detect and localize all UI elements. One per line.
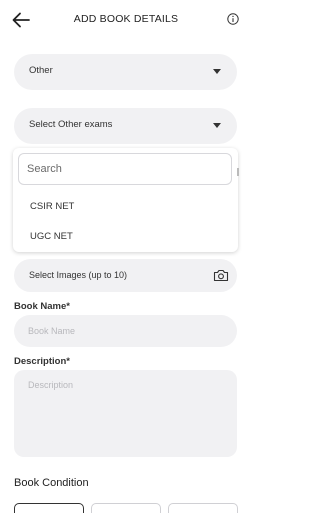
info-icon[interactable] [227,13,239,25]
description-label: Description* [14,356,70,367]
book-name-label: Book Name* [14,301,70,312]
app-header: ADD BOOK DETAILS [0,0,252,40]
dropdown-option-ugc-net[interactable]: UGC NET [30,231,73,242]
category-select-value: Other [29,65,53,76]
select-images-label: Select Images (up to 10) [29,270,128,280]
condition-option-2[interactable] [91,503,161,513]
dropdown-option-csir-net[interactable]: CSIR NET [30,201,74,212]
page-title: ADD BOOK DETAILS [73,13,179,25]
camera-icon [213,269,229,282]
search-input[interactable] [19,154,231,184]
caret-down-icon [213,69,221,74]
search-box [18,153,232,185]
condition-option-3[interactable] [168,503,238,513]
book-name-field [14,315,237,347]
exam-select-value: Select Other exams [29,119,113,130]
book-name-input[interactable] [14,315,237,347]
caret-down-icon [213,123,221,128]
exam-select[interactable]: Select Other exams [14,108,237,144]
book-condition-title: Book Condition [14,477,89,489]
exam-dropdown-panel: CSIR NET UGC NET [13,148,238,252]
description-input[interactable] [14,370,237,457]
arrow-left-icon[interactable] [12,12,30,28]
select-images-button[interactable]: Select Images (up to 10) [14,259,237,292]
condition-option-1[interactable] [14,503,84,513]
description-field [14,370,237,457]
category-select[interactable]: Other [14,54,237,90]
scrollbar[interactable] [237,168,239,176]
